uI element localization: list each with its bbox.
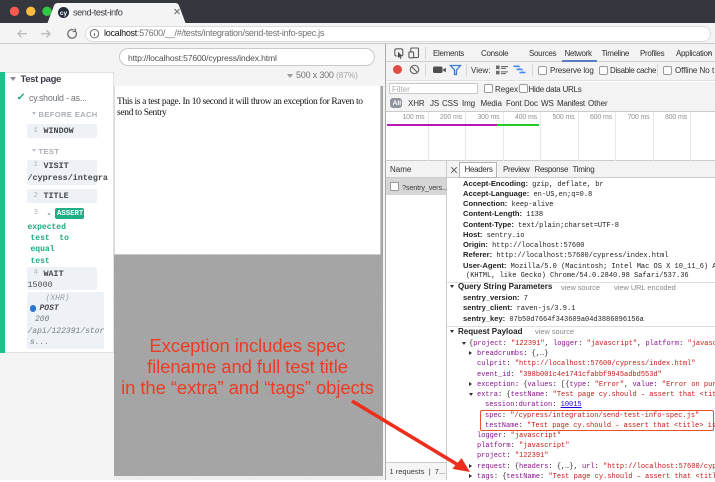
svg-text:send-test-info: send-test-info <box>73 8 123 18</box>
svg-text:cy: cy <box>60 10 68 17</box>
